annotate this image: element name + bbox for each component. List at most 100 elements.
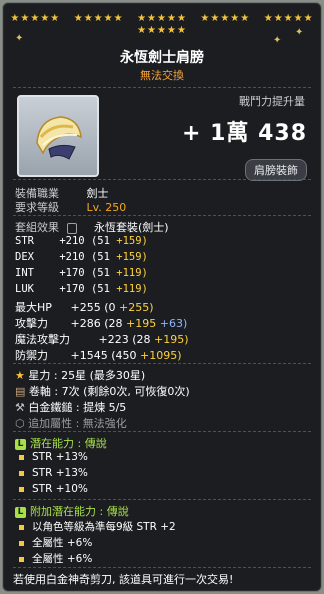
item-icon (17, 95, 99, 177)
lock-icon (66, 222, 77, 234)
potential-line: STR +10% (19, 483, 88, 495)
item-name: 永恆劍士肩膀 (120, 50, 204, 66)
stat-name: 攻擊力 (15, 317, 48, 330)
star-group: ★★★★★ (137, 25, 187, 36)
combat-power-value: + 1萬 438 (182, 121, 307, 146)
divider (13, 499, 311, 500)
additional-line-text: 以角色等級為準每9級 STR +2 (32, 521, 176, 533)
stat-name: STR (15, 235, 34, 247)
stat-row-def: 防禦力 +1545 (450 +1095) (15, 347, 182, 363)
stat-name: 魔法攻擊力 (15, 333, 70, 346)
divider (13, 87, 311, 88)
extra-option-row: ⬡ 追加屬性 : 無法強化 (15, 415, 127, 431)
additional-potential-title: 附加潛在能力 : 傳說 (30, 505, 129, 518)
trade-note: 無法交換 (140, 69, 184, 82)
starforce-row: ★ 星力 : 25星 (最多30星) (15, 367, 145, 383)
stat-total: +170 (59, 267, 85, 279)
hammer-text: 白金鐵鎚 : 提煉 5/5 (28, 401, 127, 414)
divider (13, 431, 311, 432)
bullet-icon (19, 524, 24, 530)
stat-base: (0 (104, 301, 116, 314)
set-row: 套組效果 永恆套裝(劍士) (15, 219, 169, 235)
extra-option-text: 追加屬性 : 無法強化 (28, 417, 127, 430)
stat-bonus: +119) (116, 267, 148, 279)
additional-line-text: 全屬性 +6% (32, 537, 93, 549)
stat-base: (28 (104, 317, 123, 330)
potential-line: STR +13% (19, 467, 88, 479)
stat-row-hp: 最大HP +255 (0 +255) (15, 299, 154, 315)
item-tooltip: ★★★★★ ★★★★★ ★★★★★ ★★★★★ ★★★★★ ★★★★★ ✦ ✦ … (2, 2, 322, 592)
additional-potential-line: 以角色等級為準每9級 STR +2 (19, 519, 176, 534)
extra-option-icon: ⬡ (15, 417, 25, 430)
potential-title: 潛在能力 : 傳說 (30, 437, 107, 450)
hammer-row: ⚒ 白金鐵鎚 : 提煉 5/5 (15, 399, 126, 415)
stat-total: +210 (59, 251, 85, 263)
stat-base: (51 (90, 283, 110, 295)
stat-bonus: +159) (116, 251, 148, 263)
stat-base: (51 (90, 267, 110, 279)
stat-bonus: +195) (154, 333, 189, 346)
bullet-icon (19, 470, 24, 476)
divider (13, 363, 311, 364)
divider (13, 215, 311, 216)
stat-total: +170 (59, 283, 85, 295)
level-label: 要求等級 (15, 201, 59, 214)
stat-name: DEX (15, 251, 34, 263)
stat-row-luk: LUK +170 (51 +119) (15, 283, 148, 295)
potential-line-text: STR +10% (32, 483, 88, 495)
stat-bonus: +119) (116, 283, 148, 295)
stat-base: (450 (111, 349, 137, 362)
additional-potential-header: L 附加潛在能力 : 傳說 (15, 503, 129, 519)
level-row: 要求等級 Lv. 250 (15, 199, 126, 215)
level-value: Lv. 250 (86, 201, 127, 214)
bullet-icon (19, 486, 24, 492)
combat-power-label: 戰鬥力提升量 (239, 95, 305, 108)
stat-bonus: +195 (126, 317, 157, 330)
star-icon: ★ (15, 369, 25, 382)
stat-total: +223 (98, 333, 129, 346)
starforce-text: 星力 : 25星 (最多30星) (28, 369, 146, 382)
stat-total: +1545 (70, 349, 108, 362)
stat-bonus-starforce: +63) (159, 317, 188, 330)
stat-name: 防禦力 (15, 349, 48, 362)
divider (13, 179, 311, 180)
potential-line-text: STR +13% (32, 467, 88, 479)
slot-badge: 肩膀裝飾 (245, 159, 307, 181)
sparkle-icon: ✦ (273, 35, 282, 46)
scroll-row: ▤ 卷軸 : 7次 (剩餘0次, 可恢復0次) (15, 383, 190, 399)
additional-line-text: 全屬性 +6% (32, 553, 93, 565)
stat-name: LUK (15, 283, 34, 295)
stat-total: +255 (70, 301, 101, 314)
set-value: 永恆套裝(劍士) (94, 221, 169, 234)
stat-base: (51 (90, 251, 110, 263)
additional-potential-line: 全屬性 +6% (19, 551, 92, 566)
stat-base: (51 (90, 235, 110, 247)
bullet-icon (19, 556, 24, 562)
potential-line: STR +13% (19, 451, 88, 463)
bullet-icon (19, 454, 24, 460)
scroll-icon: ▤ (15, 385, 26, 398)
stat-row-dex: DEX +210 (51 +159) (15, 251, 148, 263)
stat-row-int: INT +170 (51 +119) (15, 267, 148, 279)
potential-header: L 潛在能力 : 傳說 (15, 435, 107, 451)
stat-total: +210 (59, 235, 85, 247)
legendary-badge-icon: L (15, 438, 26, 450)
footer-note: 若使用白金神奇剪刀, 該道具可進行一次交易! (13, 573, 234, 586)
scroll-text: 卷軸 : 7次 (剩餘0次, 可恢復0次) (28, 385, 190, 398)
sparkle-icon: ✦ (295, 27, 304, 38)
stat-bonus: +255) (119, 301, 154, 314)
stat-base: (28 (132, 333, 151, 346)
hammer-icon: ⚒ (15, 401, 25, 414)
stat-bonus: +159) (116, 235, 148, 247)
divider (13, 567, 311, 568)
potential-line-text: STR +13% (32, 451, 88, 463)
stat-bonus: +1095) (140, 349, 182, 362)
set-label: 套組效果 (15, 221, 59, 234)
stat-row-str: STR +210 (51 +159) (15, 235, 148, 247)
stat-name: 最大HP (15, 301, 52, 314)
shoulder-icon (36, 116, 82, 160)
stat-row-atk: 攻擊力 +286 (28 +195 +63) (15, 315, 187, 331)
stat-total: +286 (70, 317, 101, 330)
bullet-icon (19, 540, 24, 546)
legendary-badge-icon: L (15, 506, 26, 518)
